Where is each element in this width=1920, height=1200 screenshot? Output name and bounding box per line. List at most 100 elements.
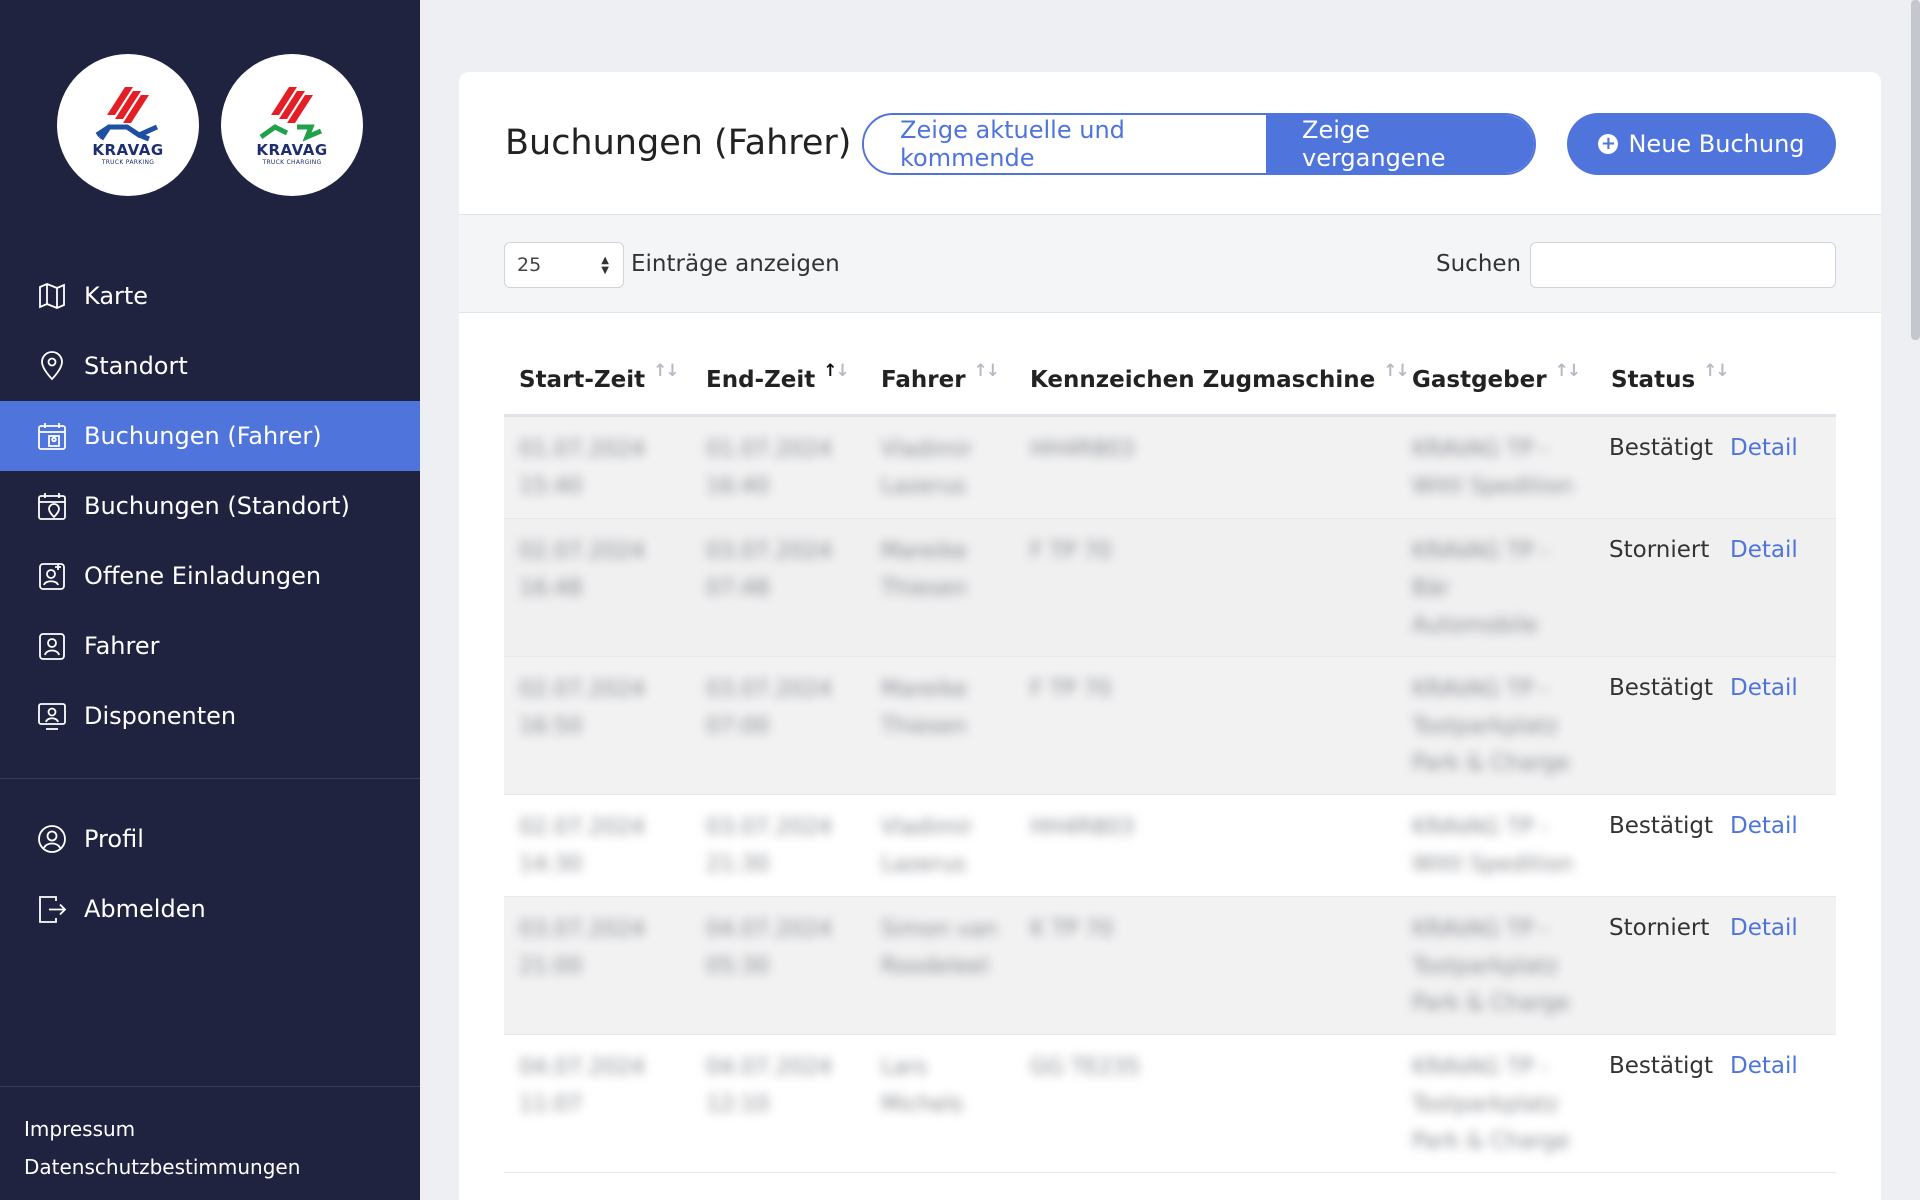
cell-line: F TP 70 bbox=[1030, 539, 1112, 564]
cell-start-zeit: 02.07.2024 16:48 bbox=[519, 533, 645, 607]
cell-fahrer: Vladimir Lazerus bbox=[881, 431, 972, 505]
cell-kennzeichen: HH4R803 bbox=[1030, 809, 1134, 846]
nav-label: Profil bbox=[84, 825, 144, 853]
nav-item-abmelden[interactable]: Abmelden bbox=[0, 874, 420, 944]
table-row: 03.07.2024 21:00 04.07.2024 05:30 Simon van R… bbox=[504, 897, 1836, 1035]
sort-asc-icon: ↑↓ bbox=[823, 361, 850, 381]
datenschutz-link[interactable]: Datenschutzbestimmungen bbox=[24, 1148, 300, 1186]
cell-fahrer: Mareike Thiesen bbox=[881, 533, 967, 607]
cell-line: 03.07.2024 bbox=[706, 677, 832, 702]
cell-end-zeit: 04.07.2024 12:10 bbox=[706, 1049, 832, 1123]
nav-item-fahrer[interactable]: Fahrer bbox=[0, 611, 420, 681]
table-row: 02.07.2024 16:50 03.07.2024 07:00 Mareike Thi… bbox=[504, 657, 1836, 795]
cell-start-zeit: 01.07.2024 15:40 bbox=[519, 431, 645, 505]
page-scrollbar[interactable] bbox=[1911, 0, 1920, 340]
page-size-select[interactable]: 25 ▲ ▼ bbox=[504, 242, 624, 288]
nav-label: Karte bbox=[84, 282, 149, 310]
user-screen-icon bbox=[36, 700, 68, 732]
nav-item-standort[interactable]: Standort bbox=[0, 331, 420, 401]
toggle-past[interactable]: Zeige vergangene bbox=[1266, 115, 1534, 173]
cell-line: 02.07.2024 bbox=[519, 815, 645, 840]
cell-line: Tostparkplatz bbox=[1412, 954, 1559, 979]
nav-item-karte[interactable]: Karte bbox=[0, 261, 420, 331]
table-row: 01.07.2024 15:40 01.07.2024 16:40 Vladimir La… bbox=[504, 417, 1836, 519]
secondary-nav: Profil Abmelden bbox=[0, 804, 420, 944]
sidebar: KRAVAG TRUCK PARKING KRAVAG TRUCK CHARGI… bbox=[0, 0, 420, 1200]
cell-line: Tostparkplatz bbox=[1412, 1092, 1559, 1117]
cell-line: Lars bbox=[881, 1055, 928, 1080]
cell-line: 07:00 bbox=[706, 714, 770, 739]
nav-item-buchungen-standort[interactable]: Buchungen (Standort) bbox=[0, 471, 420, 541]
sort-arrows-icon: ↑↓ bbox=[973, 361, 1001, 381]
status-text: Bestätigt bbox=[1609, 435, 1714, 461]
cell-start-zeit: 02.07.2024 16:50 bbox=[519, 671, 645, 745]
user-badge-icon bbox=[36, 630, 68, 662]
cell-kennzeichen: HH4R803 bbox=[1030, 431, 1134, 468]
cell-gastgeber: KRAVAG TP - Wittl Spedition bbox=[1412, 431, 1573, 505]
cell-gastgeber: KRAVAG TP - Tostparkplatz Park & Charge bbox=[1412, 671, 1570, 782]
nav-label: Disponenten bbox=[84, 702, 237, 730]
detail-link[interactable]: Detail bbox=[1730, 1053, 1798, 1079]
cell-line: 16:40 bbox=[706, 474, 770, 499]
nav-item-offene-einladungen[interactable]: Offene Einladungen bbox=[0, 541, 420, 611]
cell-line: 16:48 bbox=[519, 576, 583, 601]
nav-item-disponenten[interactable]: Disponenten bbox=[0, 681, 420, 751]
entries-label: Einträge anzeigen bbox=[631, 251, 840, 277]
cell-line: 16:50 bbox=[519, 714, 583, 739]
logout-icon bbox=[36, 893, 68, 925]
cell-fahrer: Simon van Roodeleel bbox=[881, 911, 997, 985]
status-text: Bestätigt bbox=[1609, 813, 1714, 839]
cell-line: 03.07.2024 bbox=[706, 815, 832, 840]
detail-link[interactable]: Detail bbox=[1730, 537, 1798, 563]
cell-end-zeit: 01.07.2024 16:40 bbox=[706, 431, 832, 505]
cell-line: Park & Charge bbox=[1412, 991, 1570, 1016]
logo-sub: TRUCK PARKING bbox=[101, 158, 155, 166]
cell-line: Tostparkplatz bbox=[1412, 714, 1559, 739]
table-toolbar: 25 ▲ ▼ Einträge anzeigen Suchen bbox=[459, 215, 1881, 313]
cell-line: 02.07.2024 bbox=[519, 677, 645, 702]
cell-kennzeichen: K TP 70 bbox=[1030, 911, 1113, 948]
map-icon bbox=[36, 280, 68, 312]
cell-line: F TP 70 bbox=[1030, 677, 1112, 702]
column-gastgeber[interactable]: Gastgeber ↑↓ bbox=[1412, 361, 1581, 393]
cell-line: 03.07.2024 bbox=[519, 917, 645, 942]
cell-line: KRAVAG TP - bbox=[1412, 437, 1549, 462]
nav-label: Standort bbox=[84, 352, 188, 380]
cell-line: 12:10 bbox=[706, 1092, 770, 1117]
detail-link[interactable]: Detail bbox=[1730, 675, 1798, 701]
column-status[interactable]: Status ↑↓ bbox=[1611, 361, 1730, 393]
toggle-current-upcoming[interactable]: Zeige aktuelle und kommende bbox=[864, 115, 1266, 173]
cell-line: Vladimir bbox=[881, 815, 973, 840]
new-booking-button[interactable]: + Neue Buchung bbox=[1567, 113, 1836, 175]
column-fahrer[interactable]: Fahrer ↑↓ bbox=[881, 361, 1000, 393]
status-text: Bestätigt bbox=[1609, 675, 1714, 701]
nav-label: Buchungen (Standort) bbox=[84, 492, 350, 520]
cell-line: Roodeleel bbox=[881, 954, 990, 979]
column-kennzeichen[interactable]: Kennzeichen Zugmaschine ↑↓ bbox=[1030, 361, 1410, 393]
column-end-zeit[interactable]: End-Zeit ↑↓ bbox=[706, 361, 850, 393]
cell-start-zeit: 03.07.2024 21:00 bbox=[519, 911, 645, 985]
impressum-link[interactable]: Impressum bbox=[24, 1110, 300, 1148]
cell-line: KRAVAG TP - bbox=[1412, 1055, 1549, 1080]
kravag-truck-charging-logo[interactable]: KRAVAG TRUCK CHARGING bbox=[221, 54, 363, 196]
nav-item-buchungen-fahrer[interactable]: Buchungen (Fahrer) bbox=[0, 401, 420, 471]
nav-label: Fahrer bbox=[84, 632, 160, 660]
bookings-table: Start-Zeit ↑↓ End-Zeit ↑↓ Fahrer ↑↓ Kenn… bbox=[504, 345, 1836, 1173]
logo-brand: KRAVAG bbox=[92, 140, 164, 159]
cell-line: Simon van bbox=[881, 917, 998, 942]
kravag-truck-parking-logo[interactable]: KRAVAG TRUCK PARKING bbox=[57, 54, 199, 196]
detail-link[interactable]: Detail bbox=[1730, 915, 1798, 941]
detail-link[interactable]: Detail bbox=[1730, 435, 1798, 461]
table-header: Start-Zeit ↑↓ End-Zeit ↑↓ Fahrer ↑↓ Kenn… bbox=[504, 345, 1836, 417]
table-row: 04.07.2024 11:07 04.07.2024 12:10 Lars Michel… bbox=[504, 1035, 1836, 1173]
cell-line: KRAVAG TP - bbox=[1412, 815, 1549, 840]
nav-item-profil[interactable]: Profil bbox=[0, 804, 420, 874]
column-start-zeit[interactable]: Start-Zeit ↑↓ bbox=[519, 361, 680, 393]
nav-label: Buchungen (Fahrer) bbox=[84, 422, 322, 450]
column-label: Gastgeber bbox=[1412, 367, 1547, 393]
search-input[interactable] bbox=[1530, 242, 1836, 288]
sort-arrows-icon: ↑↓ bbox=[1383, 361, 1410, 381]
column-label: Fahrer bbox=[881, 367, 966, 393]
cell-kennzeichen: GG TE235 bbox=[1030, 1049, 1140, 1086]
detail-link[interactable]: Detail bbox=[1730, 813, 1798, 839]
